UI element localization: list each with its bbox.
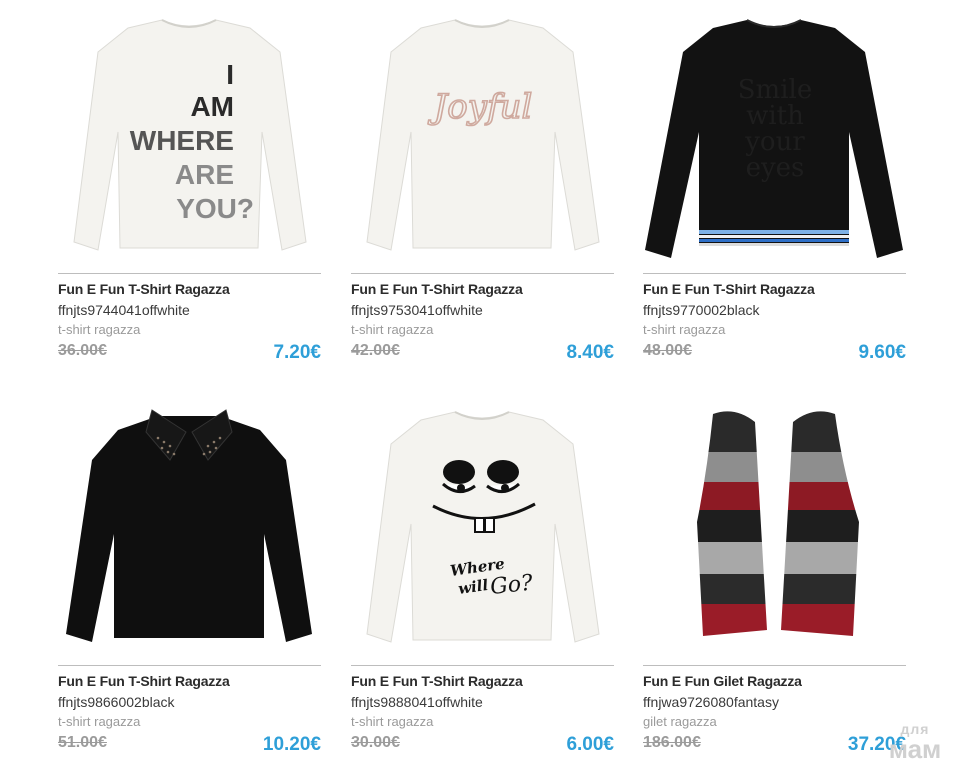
product-sku: ffnjwa9726080fantasy xyxy=(643,694,779,710)
product-image[interactable]: Where will Go? xyxy=(351,402,614,656)
product-sku: ffnjts9866002black xyxy=(58,694,175,710)
product-title[interactable]: Fun E Fun T-Shirt Ragazza xyxy=(351,673,523,689)
product-category: t-shirt ragazza xyxy=(351,322,434,337)
product-sku: ffnjts9753041offwhite xyxy=(351,302,483,318)
print-line: I xyxy=(226,59,234,90)
old-price: 30.00€ xyxy=(351,734,400,751)
sale-price: 6.00€ xyxy=(566,734,614,755)
product-title[interactable]: Fun E Fun T-Shirt Ragazza xyxy=(351,281,523,297)
divider xyxy=(643,665,906,666)
product-image[interactable]: Smile with your eyes xyxy=(643,10,906,264)
sale-price: 9.60€ xyxy=(858,342,906,363)
product-title[interactable]: Fun E Fun T-Shirt Ragazza xyxy=(643,281,815,297)
print-line: WHERE xyxy=(130,125,234,156)
divider xyxy=(58,273,321,274)
product-card[interactable]: Joyful Fun E Fun T-Shirt Ragazza ffnjts9… xyxy=(351,10,614,380)
divider xyxy=(58,665,321,666)
product-category: gilet ragazza xyxy=(643,714,717,729)
product-image[interactable] xyxy=(643,402,906,656)
product-title[interactable]: Fun E Fun T-Shirt Ragazza xyxy=(58,673,230,689)
product-card[interactable]: I AM WHERE ARE YOU? Fun E Fun T-Shirt Ra… xyxy=(58,10,321,380)
print-line: Go? xyxy=(489,571,534,600)
old-price: 186.00€ xyxy=(643,734,701,751)
print-line: ARE xyxy=(175,159,234,190)
product-sku: ffnjts9744041offwhite xyxy=(58,302,190,318)
watermark-line2: мам xyxy=(888,734,942,764)
print-line: eyes xyxy=(746,153,805,183)
product-card[interactable]: Smile with your eyes Fun E Fun T-Shirt R… xyxy=(643,10,906,380)
product-grid: I AM WHERE ARE YOU? Fun E Fun T-Shirt Ra… xyxy=(0,0,959,776)
product-category: t-shirt ragazza xyxy=(643,322,726,337)
product-image[interactable]: Joyful xyxy=(351,10,614,264)
print-line: YOU? xyxy=(176,193,254,224)
old-price: 48.00€ xyxy=(643,342,692,359)
old-price: 36.00€ xyxy=(58,342,107,359)
product-title[interactable]: Fun E Fun T-Shirt Ragazza xyxy=(58,281,230,297)
product-image[interactable]: I AM WHERE ARE YOU? xyxy=(58,10,321,264)
sale-price: 7.20€ xyxy=(273,342,321,363)
product-category: t-shirt ragazza xyxy=(58,322,141,337)
divider xyxy=(643,273,906,274)
product-image[interactable] xyxy=(58,402,321,656)
product-card[interactable]: Fun E Fun T-Shirt Ragazza ffnjts9866002b… xyxy=(58,402,321,772)
product-sku: ffnjts9888041offwhite xyxy=(351,694,483,710)
print-line: AM xyxy=(190,91,234,122)
sale-price: 8.40€ xyxy=(566,342,614,363)
product-category: t-shirt ragazza xyxy=(58,714,141,729)
product-card[interactable]: Fun E Fun Gilet Ragazza ffnjwa9726080fan… xyxy=(643,402,906,772)
divider xyxy=(351,665,614,666)
old-price: 42.00€ xyxy=(351,342,400,359)
old-price: 51.00€ xyxy=(58,734,107,751)
product-category: t-shirt ragazza xyxy=(351,714,434,729)
divider xyxy=(351,273,614,274)
watermark-logo: для мам xyxy=(880,722,950,772)
product-title[interactable]: Fun E Fun Gilet Ragazza xyxy=(643,673,802,689)
print-script: Joyful xyxy=(428,87,533,127)
sale-price: 10.20€ xyxy=(262,734,321,755)
product-sku: ffnjts9770002black xyxy=(643,302,760,318)
product-card[interactable]: Where will Go? Fun E Fun T-Shirt Ragazza… xyxy=(351,402,614,772)
